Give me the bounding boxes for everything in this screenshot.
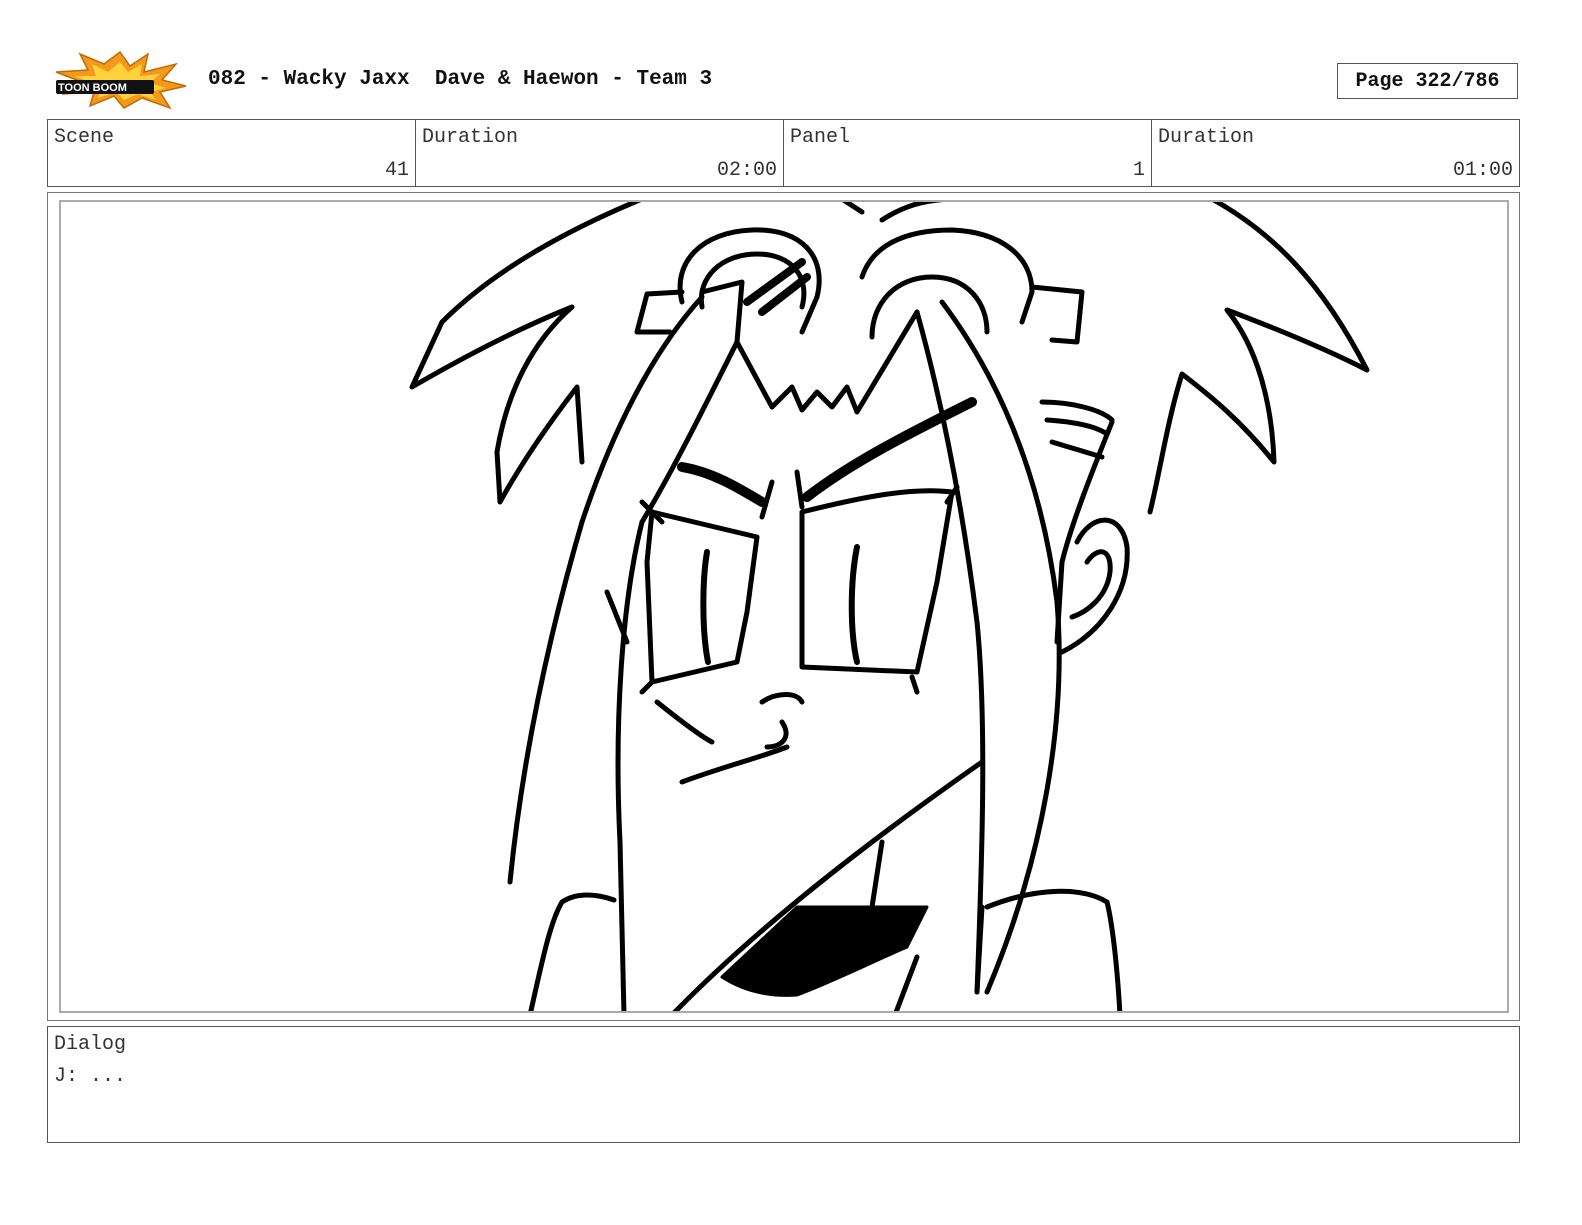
hair-spike-top	[842, 202, 944, 223]
panel-duration-cell: Duration 01:00	[1152, 120, 1519, 186]
eyebrow-left	[677, 462, 767, 507]
shoulder-right	[984, 888, 1123, 1011]
scene-duration-label: Duration	[422, 126, 519, 149]
logo-text: TOON BOOM	[58, 82, 127, 94]
hair-spike-right	[1147, 202, 1370, 515]
nose	[759, 692, 805, 750]
info-row: Scene 41 Duration 02:00 Panel 1 Duration…	[47, 119, 1520, 187]
goggle-lens-shine	[743, 258, 811, 316]
eye-right-outline	[799, 488, 955, 675]
toon-boom-logo: TOON BOOM	[52, 50, 188, 110]
panel-duration-label: Duration	[1158, 126, 1255, 149]
scene-value: 41	[384, 159, 409, 182]
scene-label: Scene	[54, 126, 115, 149]
dialog-text: J: ...	[54, 1065, 127, 1088]
page-indicator: Page 322/786	[1337, 63, 1518, 99]
panel-duration-value: 01:00	[1452, 159, 1513, 182]
goggle-right-inner	[869, 274, 990, 340]
character-sketch	[409, 202, 1370, 1011]
bangs-left	[507, 294, 705, 885]
pupil-right	[848, 544, 860, 665]
panel-cell: Panel 1	[784, 120, 1152, 186]
goggle-strap-right	[1029, 284, 1085, 345]
ear	[1059, 517, 1130, 655]
board-title: 082 - Wacky Jaxx Dave & Haewon - Team 3	[208, 68, 713, 91]
shirt-opening	[720, 905, 929, 997]
bangs-center	[639, 309, 920, 525]
scene-duration-cell: Duration 02:00	[416, 120, 784, 186]
hairline-strand	[699, 279, 745, 345]
face-left-edge	[615, 519, 645, 1011]
mouth	[654, 699, 790, 785]
scene-duration-value: 02:00	[716, 159, 777, 182]
brow-crease	[759, 469, 805, 520]
panel-value: 1	[1132, 159, 1145, 182]
panel-drawing	[59, 200, 1509, 1013]
dialog-label: Dialog	[54, 1033, 127, 1056]
scene-cell: Scene 41	[48, 120, 416, 186]
pupil-left	[700, 549, 711, 665]
panel-label: Panel	[790, 126, 851, 149]
shoulder-left	[528, 892, 617, 1011]
dialog-box: Dialog J: ...	[47, 1026, 1520, 1143]
